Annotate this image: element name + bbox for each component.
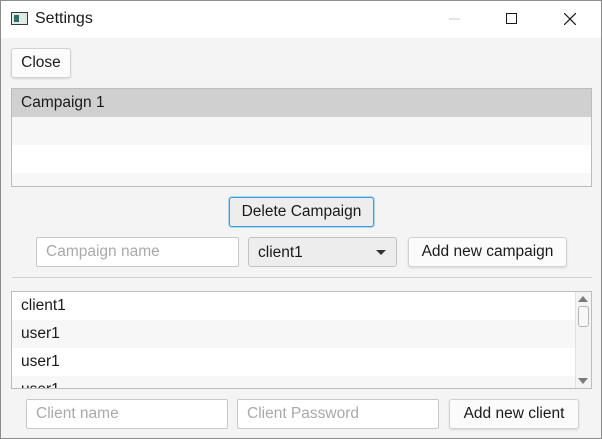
client-select[interactable]: client1 — [248, 237, 397, 267]
list-item-empty — [12, 145, 591, 173]
close-button[interactable]: Close — [11, 48, 71, 78]
close-icon — [564, 13, 576, 25]
list-item[interactable]: user1 — [12, 320, 591, 348]
scroll-thumb[interactable] — [578, 306, 589, 327]
client-select-value: client1 — [258, 244, 303, 261]
client-name-input[interactable] — [26, 399, 228, 429]
minimize-icon — [449, 18, 460, 20]
section-divider — [12, 277, 592, 278]
chevron-down-icon — [376, 250, 386, 255]
window-title: Settings — [35, 10, 93, 27]
minimize-button[interactable] — [432, 1, 478, 38]
scroll-up-icon[interactable] — [578, 296, 588, 302]
client-password-input[interactable] — [237, 399, 439, 429]
list-item-empty — [12, 173, 591, 186]
client-list[interactable]: client1 user1 user1 user1 — [11, 291, 592, 389]
app-window-icon — [11, 12, 28, 25]
vertical-scrollbar[interactable] — [575, 292, 591, 388]
add-campaign-button[interactable]: Add new campaign — [408, 237, 567, 267]
maximize-icon — [506, 13, 517, 24]
close-window-button[interactable] — [547, 1, 593, 38]
list-item[interactable]: Campaign 1 — [12, 89, 591, 117]
list-item[interactable]: user1 — [12, 348, 591, 376]
list-item-empty — [12, 117, 591, 145]
scroll-down-icon[interactable] — [578, 378, 588, 384]
campaign-name-input[interactable] — [36, 237, 239, 267]
maximize-button[interactable] — [489, 1, 535, 38]
campaign-list[interactable]: Campaign 1 — [11, 88, 592, 187]
title-bar: Settings — [1, 1, 601, 38]
list-item[interactable]: client1 — [12, 292, 591, 320]
list-item[interactable]: user1 — [12, 376, 591, 388]
delete-campaign-button[interactable]: Delete Campaign — [229, 197, 374, 227]
add-client-button[interactable]: Add new client — [449, 399, 579, 429]
settings-window: Settings Close Campaign 1 Delete Campaig… — [0, 0, 602, 439]
